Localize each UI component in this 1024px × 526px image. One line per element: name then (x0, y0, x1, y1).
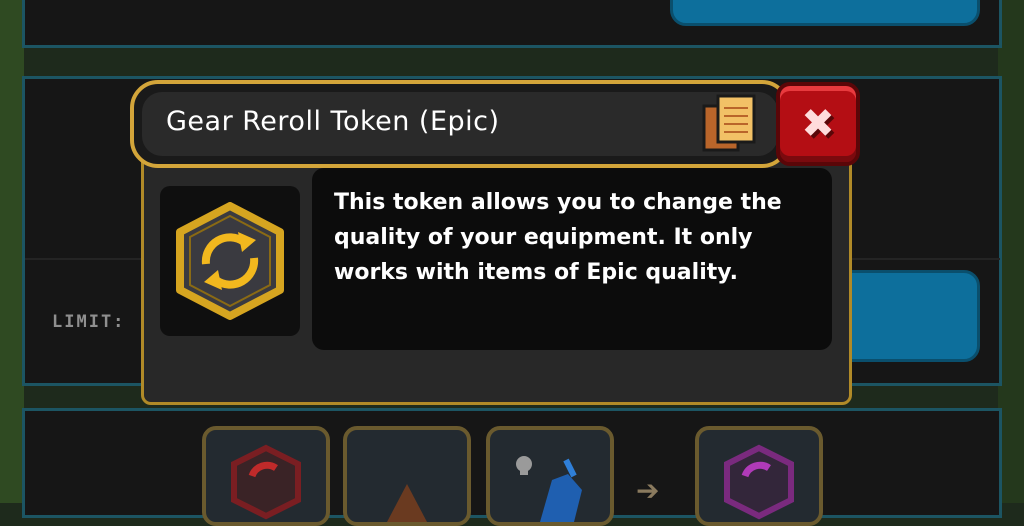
reroll-token-icon (176, 202, 284, 320)
equipment-slot-potion[interactable] (486, 426, 614, 526)
hood-icon (387, 484, 427, 522)
background-texture-left (0, 0, 24, 503)
token-slot-red[interactable] (202, 426, 330, 526)
top-blue-button[interactable] (670, 0, 980, 26)
red-reroll-token-icon (231, 444, 301, 520)
close-x-icon: ✖ (801, 101, 835, 147)
item-description: This token allows you to change the qual… (334, 190, 782, 285)
equipment-slot-hood[interactable] (343, 426, 471, 526)
skull-potion-icon (516, 456, 582, 522)
scroll-document-icon[interactable] (700, 94, 760, 154)
limit-label: LIMIT: (52, 312, 126, 332)
token-slot-purple[interactable] (695, 426, 823, 526)
popup-title: Gear Reroll Token (Epic) (166, 106, 500, 137)
popup-header: Gear Reroll Token (Epic) (130, 80, 790, 168)
close-button[interactable]: ✖ (776, 82, 860, 166)
purple-reroll-token-icon (724, 444, 794, 520)
arrow-right-icon: ➔ (636, 474, 660, 507)
